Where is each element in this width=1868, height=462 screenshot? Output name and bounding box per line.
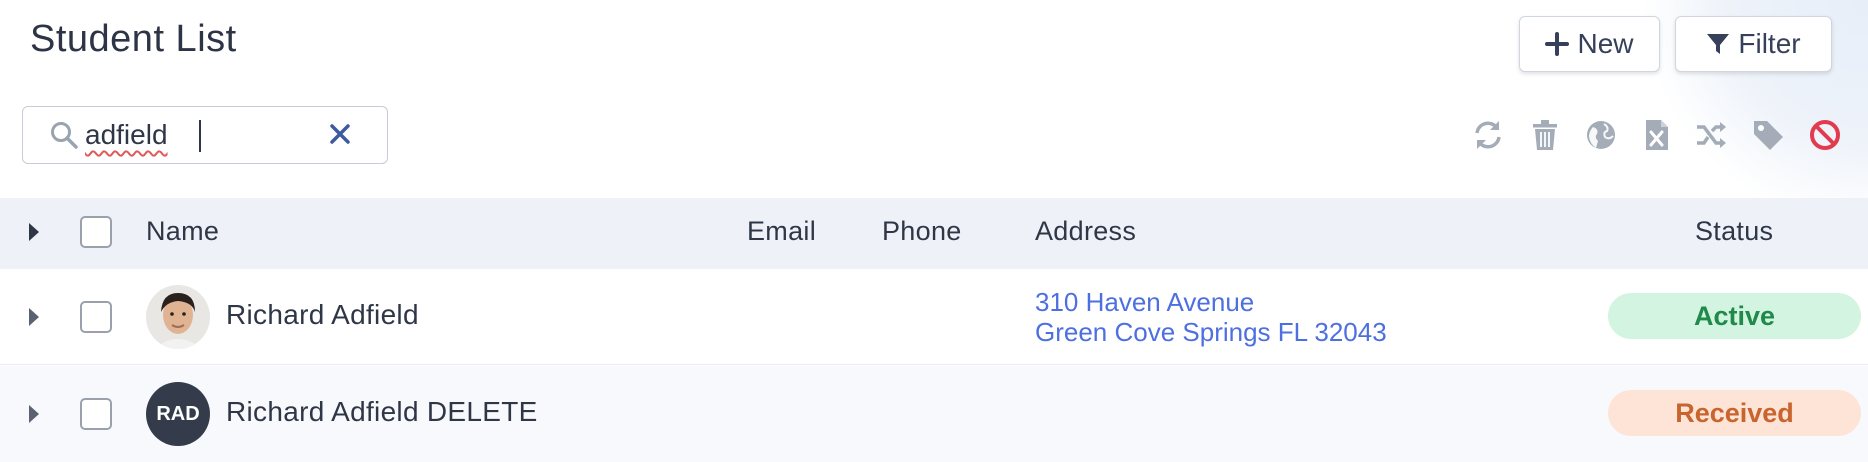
page-title: Student List xyxy=(30,18,237,60)
search-icon xyxy=(51,122,78,149)
student-address[interactable]: 310 Haven Avenue Green Cove Springs FL 3… xyxy=(1035,287,1387,347)
table-row[interactable]: Richard Adfield 310 Haven Avenue Green C… xyxy=(0,269,1868,365)
search-input[interactable]: adfield xyxy=(85,119,168,151)
excel-icon[interactable] xyxy=(1640,118,1674,152)
filter-button-label: Filter xyxy=(1738,28,1801,59)
new-button-label: New xyxy=(1577,28,1634,59)
filter-button[interactable]: Filter xyxy=(1675,16,1832,72)
student-name[interactable]: Richard Adfield xyxy=(226,299,419,331)
text-caret xyxy=(199,120,201,152)
block-icon[interactable] xyxy=(1808,118,1842,152)
trash-icon[interactable] xyxy=(1528,118,1562,152)
expand-row-icon[interactable] xyxy=(27,403,41,425)
student-name[interactable]: Richard Adfield DELETE xyxy=(226,396,538,428)
select-all-checkbox[interactable] xyxy=(80,216,112,248)
column-header-phone[interactable]: Phone xyxy=(882,216,962,247)
status-badge: Received xyxy=(1608,390,1861,436)
table-row[interactable]: RAD Richard Adfield DELETE Received xyxy=(0,366,1868,462)
tag-icon[interactable] xyxy=(1751,118,1785,152)
row-checkbox[interactable] xyxy=(80,398,112,430)
clear-search-icon[interactable] xyxy=(329,123,351,145)
plus-icon xyxy=(1545,32,1570,56)
column-header-address[interactable]: Address xyxy=(1035,216,1136,247)
new-button[interactable]: New xyxy=(1519,16,1660,72)
search-box[interactable]: adfield xyxy=(22,106,388,164)
expand-row-icon[interactable] xyxy=(27,306,41,328)
globe-icon[interactable] xyxy=(1584,118,1618,152)
funnel-icon xyxy=(1707,34,1730,54)
avatar xyxy=(146,285,210,349)
column-header-email[interactable]: Email xyxy=(747,216,816,247)
shuffle-icon[interactable] xyxy=(1694,118,1728,152)
row-checkbox[interactable] xyxy=(80,301,112,333)
avatar: RAD xyxy=(146,382,210,446)
expand-all-icon[interactable] xyxy=(27,221,41,243)
status-badge: Active xyxy=(1608,293,1861,339)
address-line: 310 Haven Avenue xyxy=(1035,287,1255,317)
column-header-name[interactable]: Name xyxy=(146,216,219,247)
table-header: Name Email Phone Address Status xyxy=(0,198,1868,269)
column-header-status[interactable]: Status xyxy=(1695,216,1773,247)
address-line: Green Cove Springs FL 32043 xyxy=(1035,317,1387,347)
refresh-icon[interactable] xyxy=(1471,118,1505,152)
